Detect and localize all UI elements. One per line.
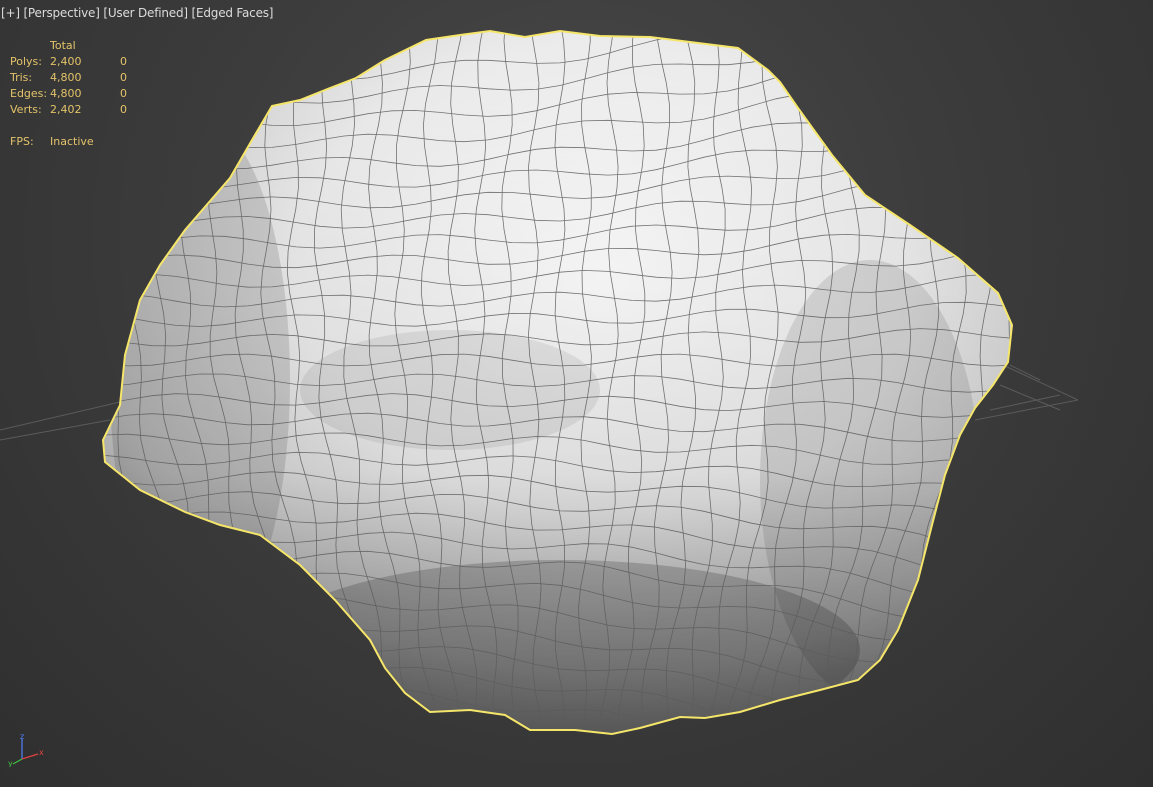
viewport-view-menu[interactable]: [Perspective] [23,6,99,20]
viewport-plus-menu[interactable]: [+] [1,6,20,20]
stats-label: Tris: [10,71,33,84]
fps-label: FPS: [10,135,34,148]
axis-y-label: y [8,759,13,767]
perspective-viewport[interactable]: [+] [Perspective] [User Defined] [Edged … [0,0,1153,787]
stats-selected: 0 [120,55,127,68]
stats-selected: 0 [120,87,127,100]
stats-total: 2,402 [50,103,82,116]
axis-x-label: x [39,748,44,757]
stats-selected: 0 [120,71,127,84]
viewport-scene[interactable] [0,0,1153,787]
stats-total-header: Total [50,39,76,52]
stats-label: Polys: [10,55,42,68]
stats-label: Edges: [10,87,48,100]
stats-label: Verts: [10,103,42,116]
viewport-label-menu[interactable]: [+] [Perspective] [User Defined] [Edged … [1,6,273,20]
fps-value: Inactive [50,135,94,148]
stats-total: 4,800 [50,71,82,84]
stats-total: 2,400 [50,55,82,68]
viewport-display-menu[interactable]: [Edged Faces] [192,6,274,20]
stats-total: 4,800 [50,87,82,100]
stats-selected: 0 [120,103,127,116]
viewport-shading-menu[interactable]: [User Defined] [103,6,188,20]
axis-tripod-icon: z x y [8,733,44,767]
rock-mesh[interactable] [0,0,1153,787]
axis-z-label: z [20,733,24,741]
